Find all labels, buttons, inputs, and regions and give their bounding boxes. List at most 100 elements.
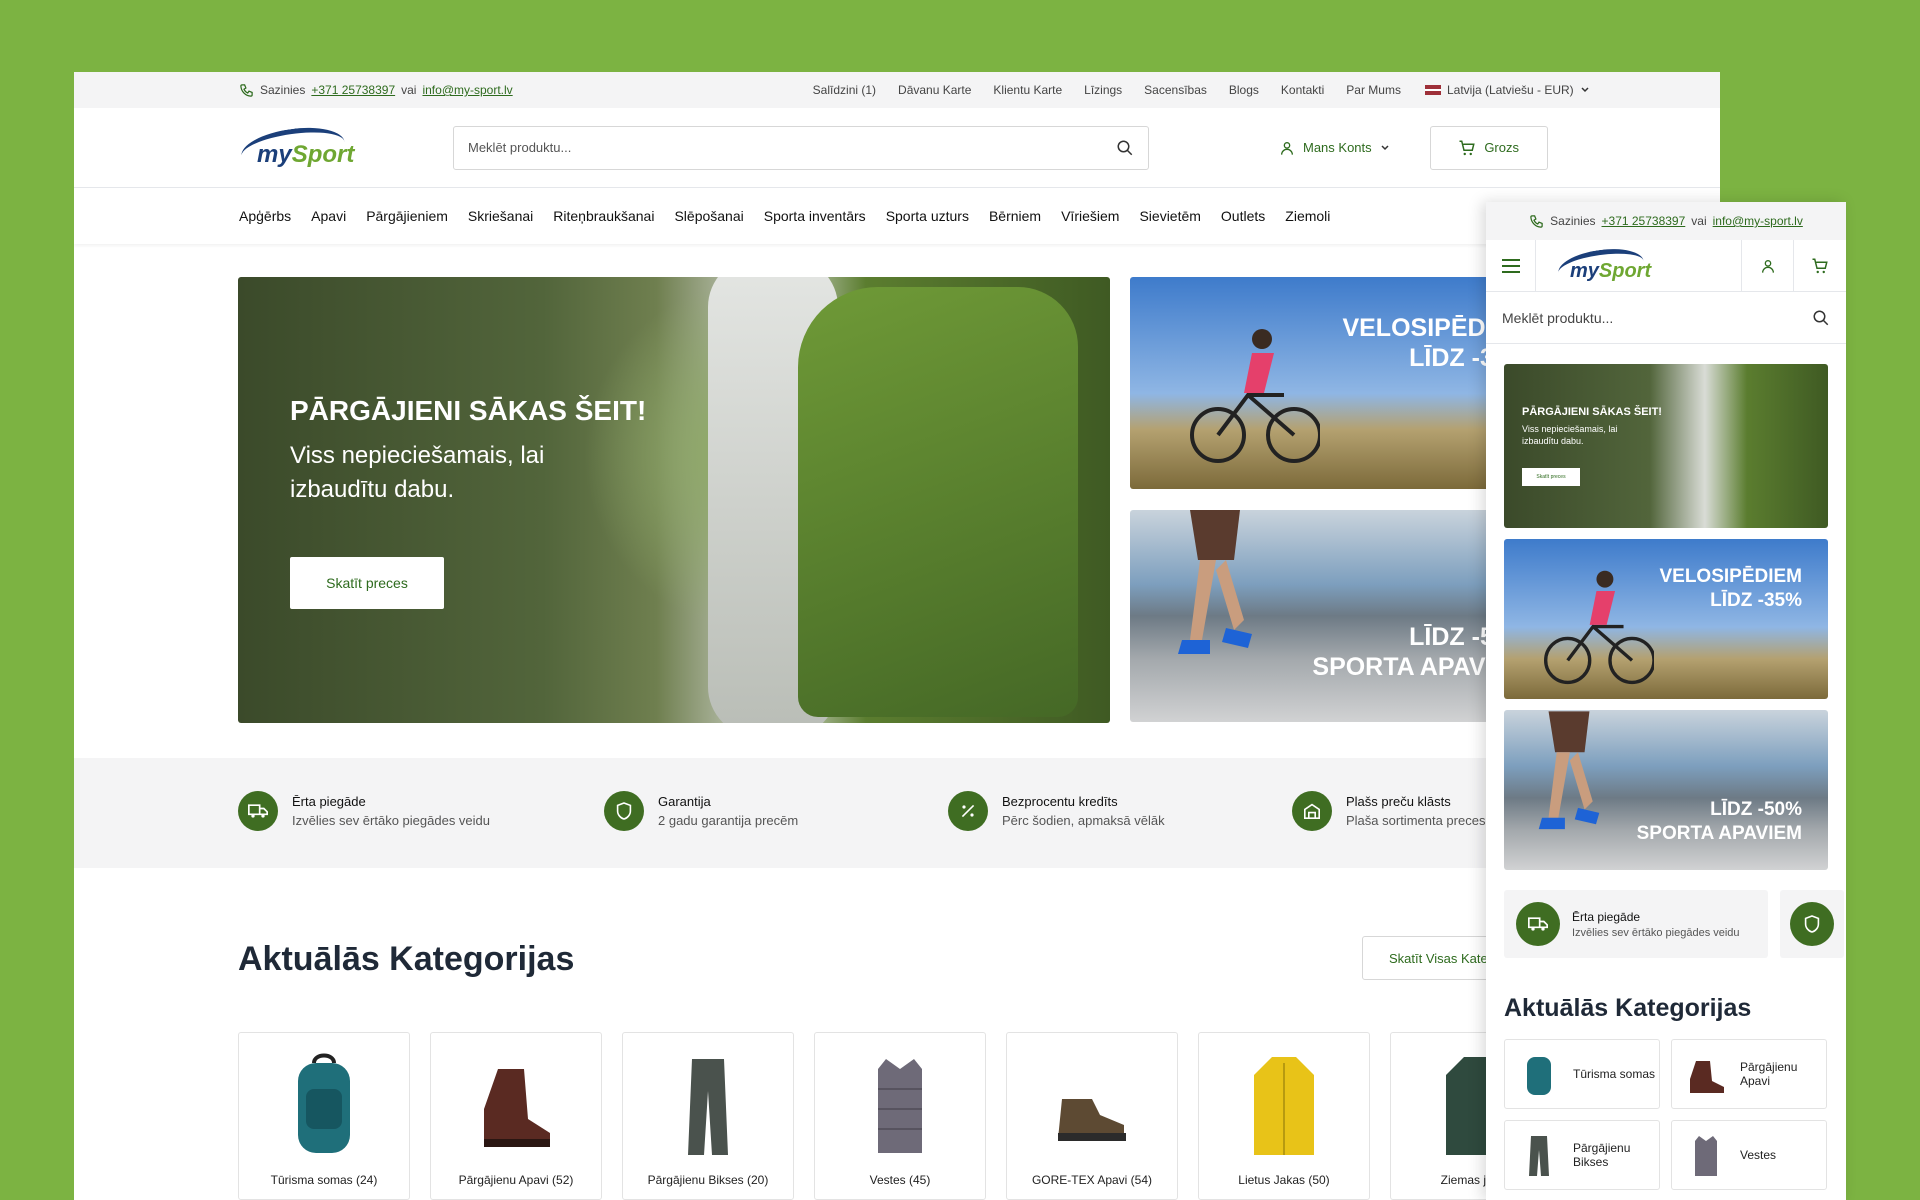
nav-item-equipment[interactable]: Sporta inventārs — [764, 208, 866, 224]
nav-item-skiing[interactable]: Slēpošanai — [674, 208, 743, 224]
nav-item-hiking[interactable]: Pārgājieniem — [366, 208, 448, 224]
phone-link[interactable]: +371 25738397 — [1602, 214, 1686, 228]
warehouse-icon — [1292, 791, 1332, 831]
category-label: Pārgājienu Bikses (20) — [647, 1173, 769, 1187]
mobile-promo-shoes-text: LĪDZ -50% SPORTA APAVIEM — [1637, 798, 1802, 846]
desktop-view: Sazinies +371 25738397 vai info@my-sport… — [74, 72, 1720, 1200]
category-label: Pārgājienu Bikses — [1573, 1141, 1631, 1169]
top-link-contacts[interactable]: Kontakti — [1281, 83, 1324, 97]
nav-item-men[interactable]: Vīriešiem — [1061, 208, 1119, 224]
main-nav: Apģērbs Apavi Pārgājieniem Skriešanai Ri… — [74, 188, 1720, 244]
top-link-leasing[interactable]: Līzings — [1084, 83, 1122, 97]
shield-icon — [604, 791, 644, 831]
category-list: Tūrisma somas (24) Pārgājienu Apavi (52)… — [238, 1032, 1562, 1200]
contact-prefix: Sazinies — [260, 83, 306, 97]
promo-bikes[interactable]: VELOSIPĒDIEMLĪDZ -35% — [1130, 277, 1510, 489]
backpack-image — [1527, 1057, 1551, 1095]
benefit-delivery: Ērta piegāde Izvēlies sev ērtāko piegādes… — [238, 791, 490, 831]
mobile-promo-shoes[interactable]: LĪDZ -50% SPORTA APAVIEM — [1504, 710, 1828, 870]
category-card-backpacks[interactable]: Tūrisma somas (24) — [238, 1032, 410, 1200]
mobile-categories-title: Aktuālās Kategorijas — [1504, 994, 1752, 1022]
mobile-hero-subtitle: Viss nepieciešamais, lai izbaudītu dabu. — [1522, 424, 1618, 446]
runner-illustration — [1178, 510, 1252, 654]
nav-item-women[interactable]: Sievietēm — [1139, 208, 1200, 224]
search-icon[interactable] — [1116, 139, 1134, 157]
mobile-logo[interactable]: mySport — [1536, 240, 1742, 291]
nav-item-nutrition[interactable]: Sporta uzturs — [886, 208, 969, 224]
nav-item-clothing[interactable]: Apģērbs — [239, 208, 291, 224]
backpack-image — [298, 1053, 350, 1153]
category-card-rain-jackets[interactable]: Lietus Jakas (50) — [1198, 1032, 1370, 1200]
promo-shoes[interactable]: LĪDZ -50%SPORTA APAVIEM — [1130, 510, 1510, 722]
top-link-gift-card[interactable]: Dāvanu Karte — [898, 83, 971, 97]
category-card-hiking-shoes[interactable]: Pārgājienu Apavi (52) — [430, 1032, 602, 1200]
hero-cta-button[interactable]: Skatīt preces — [290, 557, 444, 609]
phone-icon — [240, 83, 253, 97]
category-card-goretex-shoes[interactable]: GORE-TEX Apavi (54) — [1006, 1032, 1178, 1200]
search-icon[interactable] — [1812, 309, 1830, 327]
mobile-account-button[interactable] — [1742, 240, 1794, 291]
benefit-subtitle: 2 gadu garantija precēm — [658, 813, 799, 828]
top-links: Salīdzini (1) Dāvanu Karte Klientu Karte… — [813, 83, 1401, 97]
mobile-promo-shoes-line2: SPORTA APAVIEM — [1636, 822, 1802, 844]
mobile-promo-bikes[interactable]: VELOSIPĒDIEM LĪDZ -35% — [1504, 539, 1828, 699]
percent-icon — [948, 791, 988, 831]
nav-item-brands[interactable]: Ziemoli — [1285, 208, 1330, 224]
category-label: Vestes — [1740, 1148, 1777, 1162]
nav-item-cycling[interactable]: Riteņbraukšanai — [553, 208, 654, 224]
benefit-subtitle: Pērc šodien, apmaksā vēlāk — [1002, 813, 1165, 828]
account-label: Mans Konts — [1303, 140, 1372, 155]
logo-text-sport: Sport — [1598, 259, 1652, 282]
email-link[interactable]: info@my-sport.lv — [1713, 214, 1803, 228]
mobile-category-hiking-pants[interactable]: Pārgājienu Bikses — [1504, 1120, 1660, 1190]
cart-button[interactable]: Grozs — [1429, 125, 1548, 170]
mobile-category-vests[interactable]: Vestes — [1671, 1120, 1827, 1190]
category-label: Lietus Jakas (50) — [1238, 1173, 1330, 1187]
category-label: Pārgājienu Apavi (52) — [458, 1173, 574, 1187]
top-link-about[interactable]: Par Mums — [1346, 83, 1401, 97]
language-selector[interactable]: Latvija (Latviešu - EUR) — [1424, 83, 1590, 97]
mobile-hero-banner[interactable]: PĀRGĀJIENI SĀKAS ŠEIT! Viss nepieciešama… — [1504, 364, 1828, 528]
benefit-title: Ērta piegāde — [1572, 909, 1641, 924]
mobile-search-input[interactable]: Meklēt produktu... — [1486, 292, 1846, 344]
benefit-title: Plašs preču klāsts — [1346, 794, 1451, 809]
top-link-blog[interactable]: Blogs — [1229, 83, 1259, 97]
pants-image — [688, 1059, 728, 1155]
logo-text: mySport — [1570, 260, 1651, 283]
benefits-bar: Ērta piegāde Izvēlies sev ērtāko piegādes… — [74, 758, 1720, 868]
top-link-client-card[interactable]: Klientu Karte — [993, 83, 1062, 97]
menu-button[interactable] — [1486, 240, 1536, 291]
mobile-category-backpacks[interactable]: Tūrisma somas — [1504, 1039, 1660, 1109]
hero-banner[interactable]: PĀRGĀJIENI SĀKAS ŠEIT! Viss nepieciešama… — [238, 277, 1110, 723]
mobile-category-hiking-shoes[interactable]: Pārgājienu Apavi — [1671, 1039, 1827, 1109]
benefit-subtitle: Plaša sortimenta preces — [1346, 813, 1486, 828]
email-link[interactable]: info@my-sport.lv — [422, 83, 512, 97]
category-label: GORE-TEX Apavi (54) — [1031, 1173, 1153, 1187]
hero-title: PĀRGĀJIENI SĀKAS ŠEIT! — [290, 395, 647, 426]
promo-bikes-line2: LĪDZ -35% — [1409, 344, 1510, 372]
latvia-flag-icon — [1424, 85, 1441, 95]
category-card-hiking-pants[interactable]: Pārgājienu Bikses (20) — [622, 1032, 794, 1200]
runner-illustration — [1538, 711, 1600, 830]
top-link-competitions[interactable]: Sacensības — [1144, 83, 1207, 97]
user-icon — [1761, 259, 1774, 273]
shield-icon — [1790, 902, 1834, 946]
cyclist-illustration — [1544, 570, 1654, 685]
benefit-title: Ērta piegāde — [292, 794, 366, 809]
nav-item-shoes[interactable]: Apavi — [311, 208, 346, 224]
mobile-cart-button[interactable] — [1794, 240, 1846, 291]
site-logo[interactable]: mySport — [238, 121, 354, 176]
mobile-promo-bikes-line2: LĪDZ -35% — [1710, 589, 1802, 611]
pants-image — [1529, 1136, 1549, 1176]
account-button[interactable]: Mans Konts — [1279, 139, 1390, 157]
backpack-shape — [798, 287, 1078, 717]
top-link-compare[interactable]: Salīdzini (1) — [813, 83, 876, 97]
search-input[interactable]: Meklēt produktu... — [453, 125, 1149, 170]
nav-item-kids[interactable]: Bērniem — [989, 208, 1041, 224]
phone-link[interactable]: +371 25738397 — [311, 83, 395, 97]
mobile-benefit-delivery: Ērta piegāde Izvēlies sev ērtāko piegādes… — [1504, 890, 1768, 958]
nav-item-running[interactable]: Skriešanai — [468, 208, 533, 224]
nav-item-outlets[interactable]: Outlets — [1221, 208, 1265, 224]
category-card-vests[interactable]: Vestes (45) — [814, 1032, 986, 1200]
mobile-hero-button[interactable]: Skatīt preces — [1522, 468, 1580, 486]
